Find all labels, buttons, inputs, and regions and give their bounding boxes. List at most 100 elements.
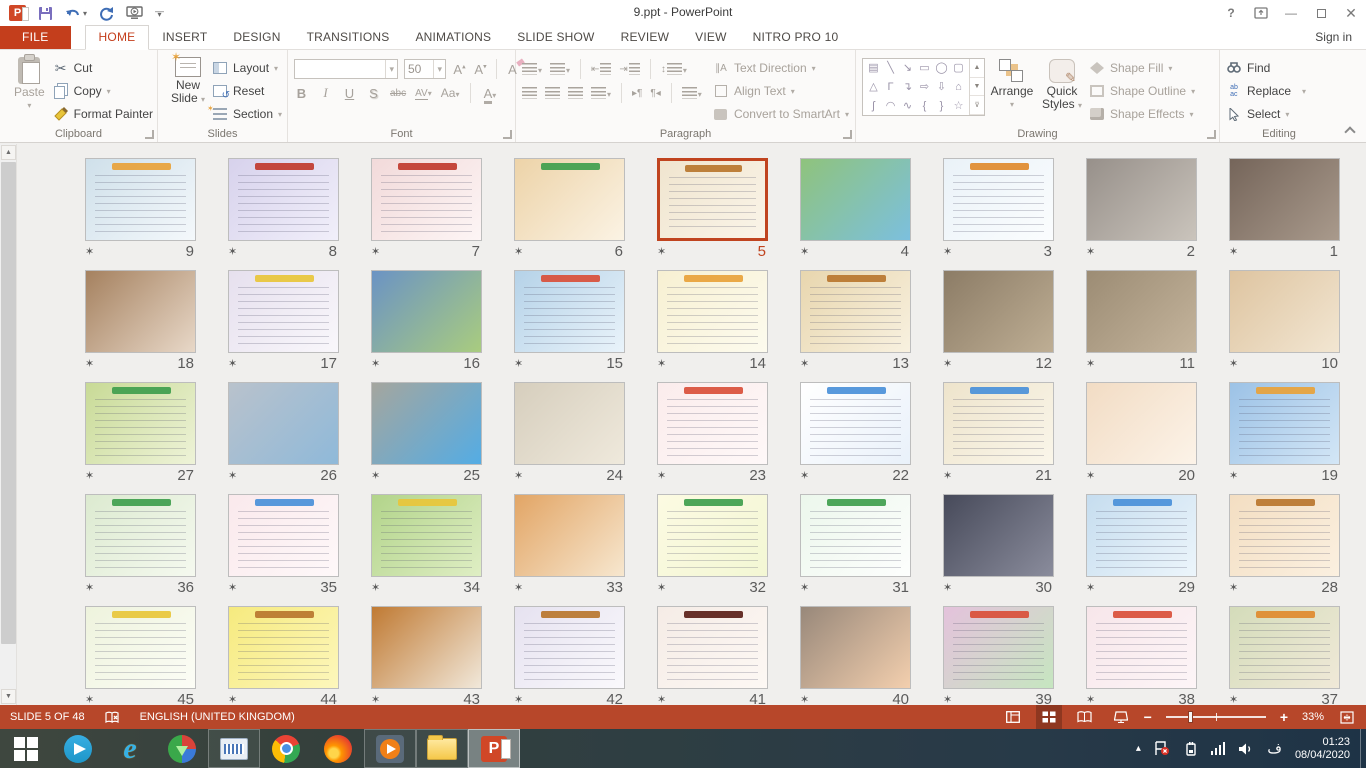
slide-thumbnail[interactable]: [371, 606, 482, 689]
slide-cell-19[interactable]: ✶19: [1213, 382, 1356, 494]
shape-icon[interactable]: ▢: [953, 63, 963, 74]
paste-dropdown-icon[interactable]: ▾: [27, 101, 31, 110]
bullets-button[interactable]: ▾: [522, 63, 542, 75]
slide-thumbnail[interactable]: [800, 382, 911, 465]
save-button[interactable]: [38, 6, 53, 21]
quick-styles-button[interactable]: QuickStyles ▾: [1039, 54, 1085, 125]
restore-button[interactable]: [1306, 0, 1336, 26]
slide-cell-17[interactable]: ✶17: [212, 270, 355, 382]
find-button[interactable]: Find: [1226, 58, 1306, 78]
convert-to-smartart-button[interactable]: Convert to SmartArt▾: [713, 104, 849, 124]
slide-cell-2[interactable]: ✶2: [1070, 158, 1213, 270]
columns-button[interactable]: ▾: [682, 87, 702, 99]
slide-cell-27[interactable]: ✶27: [69, 382, 212, 494]
paragraph-dialog-launcher[interactable]: [843, 130, 852, 139]
redo-button[interactable]: [99, 6, 114, 21]
copy-button[interactable]: Copy▾: [53, 81, 153, 101]
right-to-left-button[interactable]: ¶◂: [650, 88, 660, 99]
line-spacing-button[interactable]: ↕▾: [661, 63, 687, 75]
layout-button[interactable]: Layout▾: [212, 58, 282, 78]
reading-view-button[interactable]: [1072, 705, 1098, 729]
slide-cell-20[interactable]: ✶20: [1070, 382, 1213, 494]
cut-button[interactable]: ✂Cut: [53, 58, 153, 78]
slide-thumbnail[interactable]: [800, 270, 911, 353]
slide-thumbnail[interactable]: [1086, 158, 1197, 241]
shape-icon[interactable]: Γ: [887, 82, 893, 93]
reset-button[interactable]: Reset: [212, 81, 282, 101]
spell-check-icon[interactable]: [105, 711, 120, 724]
sign-in-link[interactable]: Sign in: [1301, 26, 1366, 49]
close-button[interactable]: ✕: [1336, 0, 1366, 26]
zoom-slider-thumb[interactable]: [1188, 711, 1193, 723]
shape-icon[interactable]: ⌂: [955, 82, 962, 93]
slide-thumbnail[interactable]: [85, 270, 196, 353]
slide-thumbnail[interactable]: [1086, 494, 1197, 577]
decrease-indent-button[interactable]: ⇤: [591, 63, 611, 75]
slide-sorter-view-button[interactable]: [1036, 705, 1062, 729]
underline-button[interactable]: U: [342, 86, 357, 101]
slide-cell-13[interactable]: ✶13: [784, 270, 927, 382]
strikethrough-button[interactable]: abc: [390, 88, 406, 99]
tab-review[interactable]: REVIEW: [608, 26, 683, 49]
slide-thumbnail[interactable]: [1229, 606, 1340, 689]
slide-cell-44[interactable]: ✶44: [212, 606, 355, 718]
align-text-button[interactable]: Align Text▾: [713, 81, 849, 101]
slide-cell-42[interactable]: ✶42: [498, 606, 641, 718]
shape-fill-button[interactable]: Shape Fill▾: [1089, 58, 1195, 78]
gallery-more-icon[interactable]: ⊽: [970, 96, 984, 115]
slide-cell-24[interactable]: ✶24: [498, 382, 641, 494]
font-dialog-launcher[interactable]: [503, 130, 512, 139]
action-center-icon[interactable]: [1154, 741, 1170, 756]
power-icon[interactable]: [1183, 742, 1198, 756]
slide-cell-39[interactable]: ✶39: [927, 606, 1070, 718]
decrease-font-size-button[interactable]: A▾: [473, 62, 488, 77]
slide-cell-38[interactable]: ✶38: [1070, 606, 1213, 718]
undo-button[interactable]: ▾: [65, 7, 87, 20]
slide-cell-36[interactable]: ✶36: [69, 494, 212, 606]
slide-thumbnail[interactable]: [657, 606, 768, 689]
show-hidden-icons-button[interactable]: ▴: [1136, 743, 1141, 754]
slide-thumbnail[interactable]: [371, 158, 482, 241]
taskbar-telegram[interactable]: [52, 729, 104, 768]
shape-icon[interactable]: ↴: [903, 82, 912, 93]
italic-button[interactable]: I: [318, 85, 333, 101]
slide-cell-43[interactable]: ✶43: [355, 606, 498, 718]
slide-cell-35[interactable]: ✶35: [212, 494, 355, 606]
slide-thumbnail[interactable]: [228, 494, 339, 577]
show-desktop-button[interactable]: [1360, 729, 1366, 768]
taskbar-download-manager[interactable]: [156, 729, 208, 768]
slide-thumbnail[interactable]: [1229, 158, 1340, 241]
taskbar-internet-explorer[interactable]: e: [104, 729, 156, 768]
slide-thumbnail[interactable]: [1229, 270, 1340, 353]
increase-font-size-button[interactable]: A▴: [452, 62, 467, 77]
copy-dropdown-icon[interactable]: ▾: [107, 87, 111, 96]
slide-cell-23[interactable]: ✶23: [641, 382, 784, 494]
slide-cell-5[interactable]: ✶5: [641, 158, 784, 270]
font-size-combobox[interactable]: 50▾: [404, 59, 446, 79]
character-spacing-button[interactable]: AV▾: [415, 88, 432, 99]
shape-icon[interactable]: △: [869, 82, 877, 93]
shape-icon[interactable]: ▤: [868, 63, 878, 74]
ribbon-display-options-button[interactable]: [1246, 0, 1276, 26]
slide-cell-7[interactable]: ✶7: [355, 158, 498, 270]
text-direction-button[interactable]: ∥AText Direction▾: [713, 58, 849, 78]
tab-design[interactable]: DESIGN: [220, 26, 293, 49]
slide-cell-28[interactable]: ✶28: [1213, 494, 1356, 606]
shape-icon[interactable]: ∿: [903, 101, 912, 112]
slide-cell-41[interactable]: ✶41: [641, 606, 784, 718]
slide-thumbnail[interactable]: [657, 158, 768, 241]
slide-thumbnail[interactable]: [85, 158, 196, 241]
align-left-button[interactable]: [522, 87, 537, 99]
slide-thumbnail[interactable]: [1086, 382, 1197, 465]
paste-button[interactable]: Paste ▾: [6, 54, 53, 125]
slide-cell-32[interactable]: ✶32: [641, 494, 784, 606]
slide-cell-12[interactable]: ✶12: [927, 270, 1070, 382]
numbering-button[interactable]: ▾: [550, 63, 570, 75]
slide-thumbnail[interactable]: [228, 382, 339, 465]
slide-thumbnail[interactable]: [657, 494, 768, 577]
slide-thumbnail[interactable]: [85, 382, 196, 465]
section-button[interactable]: Section▾: [212, 104, 282, 124]
slide-thumbnail[interactable]: [800, 494, 911, 577]
slide-thumbnail[interactable]: [514, 606, 625, 689]
slide-cell-30[interactable]: ✶30: [927, 494, 1070, 606]
